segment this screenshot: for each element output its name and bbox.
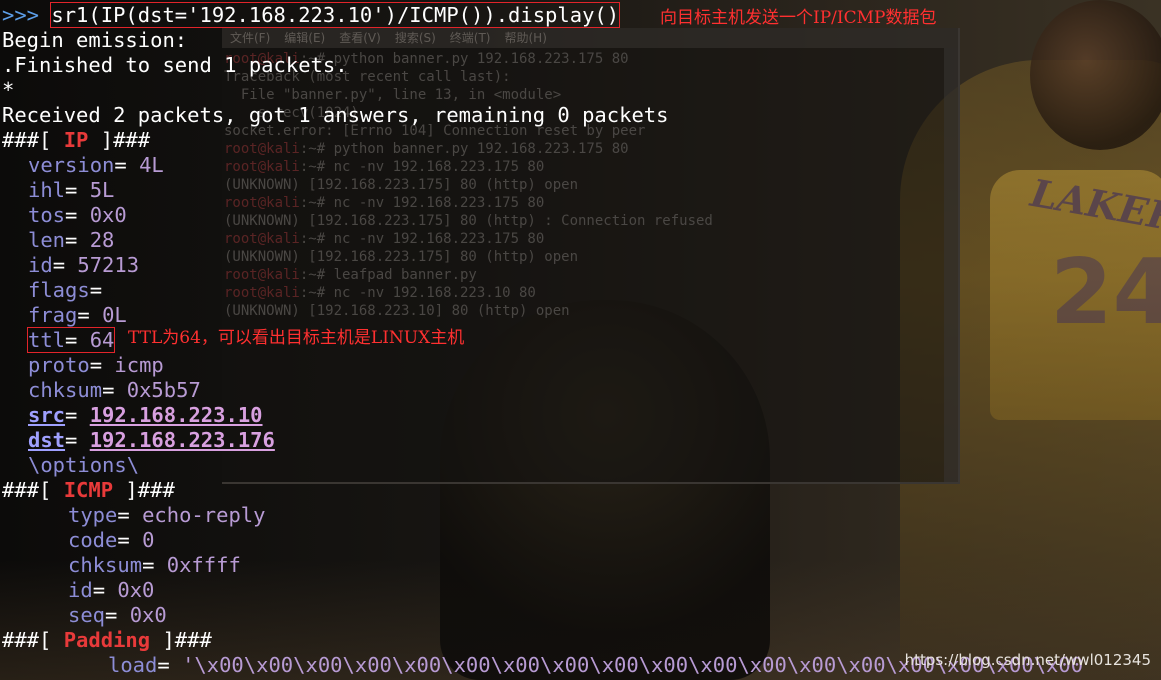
ttl-annotation: TTL为64，可以看出目标主机是LINUX主机 <box>128 328 465 348</box>
ip-field-flags: flags= <box>28 278 115 302</box>
padding-layer-header: ###[ Padding ]### <box>2 628 212 653</box>
field-name: ihl <box>28 178 66 202</box>
layer-suffix: ]### <box>88 128 151 152</box>
ip-field-id: id= 57213 <box>28 253 140 277</box>
field-name: seq <box>68 603 106 627</box>
ip-field-dst: dst= 192.168.223.176 <box>28 428 275 452</box>
field-value: icmp <box>114 353 164 377</box>
field-name: chksum <box>68 553 143 577</box>
field-value: 0x0 <box>129 603 167 627</box>
output-received: Received 2 packets, got 1 answers, remai… <box>2 103 669 127</box>
field-value: 28 <box>89 228 115 252</box>
icmp-layer-name: ICMP <box>63 478 114 502</box>
command-line: >>> sr1(IP(dst='192.168.223.10')/ICMP())… <box>2 2 621 28</box>
layer-prefix: ###[ <box>2 628 64 652</box>
ip-options: \options\ <box>2 453 139 478</box>
output-begin: Begin emission: <box>2 28 188 52</box>
field-name: load <box>108 653 158 677</box>
options-text: \options\ <box>28 453 140 477</box>
command-annotation: 向目标主机发送一个IP/ICMP数据包 <box>660 8 937 28</box>
layer-prefix: ###[ <box>2 128 64 152</box>
field-name: dst <box>28 428 66 452</box>
icmp-field-chksum: chksum= 0xffff <box>68 553 241 577</box>
field-name: flags <box>28 278 90 302</box>
ip-field-tos: tos= 0x0 <box>28 203 127 227</box>
field-value: 0x0 <box>89 203 127 227</box>
field-name: version <box>28 153 115 177</box>
command-text: sr1(IP(dst='192.168.223.10')/ICMP()).dis… <box>50 2 621 28</box>
icmp-field-id: id= 0x0 <box>68 578 155 602</box>
field-value: 0xffff <box>166 553 241 577</box>
watermark: https://blog.csdn.net/wwl012345 <box>904 651 1151 669</box>
ip-layer-name: IP <box>63 128 89 152</box>
field-value: 64 <box>89 328 115 352</box>
ip-layer-header: ###[ IP ]### <box>2 128 150 153</box>
field-name: frag <box>28 303 78 327</box>
field-name: src <box>28 403 66 427</box>
field-value: 192.168.223.176 <box>89 428 275 452</box>
output-star: * <box>2 78 15 102</box>
ip-field-version: version= 4L <box>28 153 164 177</box>
ip-field-ihl: ihl= 5L <box>28 178 115 202</box>
padding-layer-name: Padding <box>63 628 151 652</box>
field-value: 4L <box>139 153 164 177</box>
ttl-box: ttl= 64 <box>26 327 116 353</box>
ip-field-proto: proto= icmp <box>28 353 164 377</box>
field-name: code <box>68 528 118 552</box>
layer-suffix: ]### <box>150 628 212 652</box>
field-value: 0x5b57 <box>126 378 201 402</box>
field-value: 0L <box>102 303 127 327</box>
field-name: tos <box>28 203 66 227</box>
field-name: ttl <box>28 328 66 352</box>
python-prompt: >>> <box>2 3 40 27</box>
ip-field-len: len= 28 <box>28 228 115 252</box>
field-value: 5L <box>89 178 115 202</box>
field-value: 192.168.223.10 <box>89 403 263 427</box>
icmp-layer-header: ###[ ICMP ]### <box>2 478 175 503</box>
icmp-field-code: code= 0 <box>68 528 155 552</box>
icmp-field-seq: seq= 0x0 <box>68 603 167 627</box>
field-value: 0 <box>142 528 155 552</box>
field-name: id <box>68 578 93 602</box>
field-name: len <box>28 228 66 252</box>
ip-field-chksum: chksum= 0x5b57 <box>28 378 201 402</box>
ip-field-ttl: ttl= 64 <box>2 327 116 353</box>
icmp-field-type: type= echo-reply <box>68 503 266 527</box>
field-name: proto <box>28 353 90 377</box>
ip-field-frag: frag= 0L <box>28 303 127 327</box>
layer-prefix: ###[ <box>2 478 64 502</box>
field-name: type <box>68 503 118 527</box>
field-value: 57213 <box>77 253 140 277</box>
output-finished: .Finished to send 1 packets. <box>2 53 348 77</box>
field-name: chksum <box>28 378 103 402</box>
field-value: echo-reply <box>142 503 266 527</box>
layer-suffix: ]### <box>113 478 175 502</box>
field-name: id <box>28 253 53 277</box>
ip-field-src: src= 192.168.223.10 <box>28 403 263 427</box>
field-value: 0x0 <box>117 578 155 602</box>
